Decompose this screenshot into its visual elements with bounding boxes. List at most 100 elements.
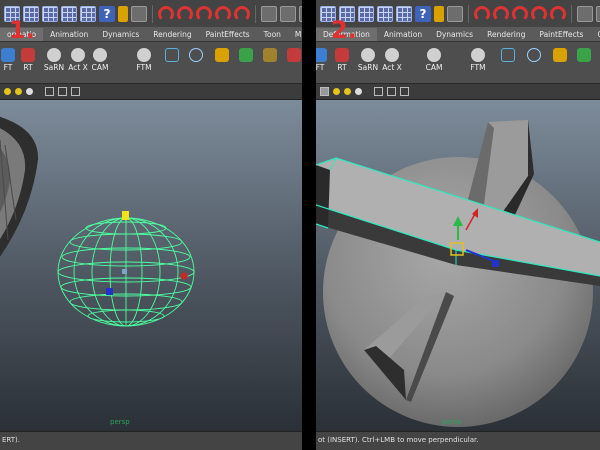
snap-icon[interactable] [447, 5, 463, 22]
arrow-icon [553, 48, 567, 62]
magnet-icon[interactable] [196, 5, 212, 22]
tab-painteffects[interactable]: PaintEffects [199, 28, 257, 41]
shelf-act-x-icon [71, 48, 85, 62]
light-icon[interactable] [355, 88, 362, 95]
light-icon[interactable] [344, 88, 351, 95]
tab-dynamics[interactable]: Dynamics [429, 28, 480, 41]
shelf-ft-icon [316, 48, 327, 62]
panel-divider [302, 0, 316, 450]
frame-icon[interactable] [58, 87, 67, 96]
toolbar-separator [468, 4, 469, 23]
maya-window-step-1: ? ormatio Animation Dynamics Rendering P… [0, 0, 302, 450]
shelf-button-sarn[interactable]: SaRN [42, 45, 66, 79]
light-icon[interactable] [4, 88, 11, 95]
magnet-icon[interactable] [531, 5, 547, 22]
magnet-icon[interactable] [550, 5, 566, 22]
shelf-button-arrow[interactable] [548, 45, 572, 79]
shelf-button-cube[interactable] [160, 45, 184, 79]
move-handle-x[interactable] [180, 272, 188, 280]
shelf-button-rt[interactable]: RT [16, 45, 40, 79]
viewport-panel-toolbar [0, 84, 302, 100]
magnet-icon[interactable] [215, 5, 231, 22]
shelf-button-cube[interactable] [496, 45, 520, 79]
tab-rendering[interactable]: Rendering [146, 28, 198, 41]
shelf-button-joint[interactable] [572, 45, 596, 79]
snap-icon[interactable] [577, 5, 593, 22]
curve-icon [189, 48, 203, 62]
move-handle-center[interactable] [122, 269, 127, 274]
magnet-icon[interactable] [158, 5, 174, 22]
checker-icon[interactable] [320, 87, 329, 96]
viewport-panel-toolbar [316, 84, 600, 100]
box-icon [263, 48, 277, 62]
grid-icon[interactable] [396, 5, 412, 22]
tab-painteffects[interactable]: PaintEffects [532, 28, 590, 41]
magnet-icon[interactable] [234, 5, 250, 22]
frame-icon[interactable] [387, 87, 396, 96]
shelf-button-ftm[interactable]: FTM [132, 45, 156, 79]
grid-icon[interactable] [80, 5, 96, 22]
snap-icon[interactable] [280, 5, 296, 22]
shelf-button-curve[interactable] [184, 45, 208, 79]
tab-animation[interactable]: Animation [43, 28, 95, 41]
magnet-icon[interactable] [474, 5, 490, 22]
grid-icon[interactable] [61, 5, 77, 22]
shelf-button-joint[interactable] [234, 45, 258, 79]
shelf-cam-icon [93, 48, 107, 62]
snap-icon[interactable] [131, 5, 147, 22]
grid-icon[interactable] [42, 5, 58, 22]
isolate-icon[interactable] [374, 87, 383, 96]
magnet-icon[interactable] [512, 5, 528, 22]
grid-icon[interactable] [377, 5, 393, 22]
light-icon[interactable] [333, 88, 340, 95]
shelf-sarn-icon [47, 48, 61, 62]
shelf-button-act-x[interactable]: Act X [66, 45, 90, 79]
shelf-button-sarn[interactable]: SaRN [356, 45, 380, 79]
joint-icon [577, 48, 591, 62]
light-icon[interactable] [15, 88, 22, 95]
lock-icon[interactable] [434, 5, 444, 22]
shelf-button-box[interactable] [258, 45, 282, 79]
shelf-ftm-icon [137, 48, 151, 62]
isolate-icon[interactable] [45, 87, 54, 96]
tab-muscle[interactable]: Muscle [288, 28, 302, 41]
cube-icon [165, 48, 179, 62]
help-icon[interactable]: ? [415, 5, 431, 22]
viewport-scene [316, 120, 600, 427]
shelf-button-cam[interactable]: CAM [88, 45, 112, 79]
viewport-camera-label: persp [110, 418, 130, 426]
snap-icon[interactable] [596, 5, 600, 22]
perspective-viewport[interactable]: persp [0, 100, 302, 431]
xray-icon[interactable] [400, 87, 409, 96]
xray-icon[interactable] [71, 87, 80, 96]
shelf-button-arrow[interactable] [210, 45, 234, 79]
shelf-ftm-icon [471, 48, 485, 62]
help-line: ERT). [0, 431, 302, 450]
move-handle-y[interactable] [122, 211, 129, 220]
shelf-button-ftm[interactable]: FTM [466, 45, 490, 79]
tab-animation[interactable]: Animation [377, 28, 429, 41]
viewport-scene [0, 116, 195, 327]
snap-icon[interactable] [261, 5, 277, 22]
tab-toon[interactable]: Toon [257, 28, 288, 41]
magnet-icon[interactable] [177, 5, 193, 22]
move-handle-z[interactable] [106, 288, 113, 295]
tab-cam[interactable]: Cam [590, 28, 600, 41]
tab-rendering[interactable]: Rendering [480, 28, 532, 41]
viewport-camera-label: persp [442, 418, 462, 426]
grid-icon[interactable] [358, 5, 374, 22]
help-icon[interactable]: ? [99, 5, 115, 22]
step-number-label: 2. [331, 16, 357, 44]
maya-window-step-2: ? Deformation Animation Dynamics Renderi… [316, 0, 600, 450]
shelf-button-dynamics[interactable] [282, 45, 302, 79]
toolbar-separator [571, 4, 572, 23]
shelf-button-rt[interactable]: RT [330, 45, 354, 79]
shelf-button-curve[interactable] [522, 45, 546, 79]
perspective-viewport[interactable]: persp [316, 100, 600, 431]
shelf-button-act-x[interactable]: Act X [380, 45, 404, 79]
magnet-icon[interactable] [493, 5, 509, 22]
shelf-button-cam[interactable]: CAM [422, 45, 446, 79]
lock-icon[interactable] [118, 5, 128, 22]
light-icon[interactable] [26, 88, 33, 95]
tab-dynamics[interactable]: Dynamics [95, 28, 146, 41]
